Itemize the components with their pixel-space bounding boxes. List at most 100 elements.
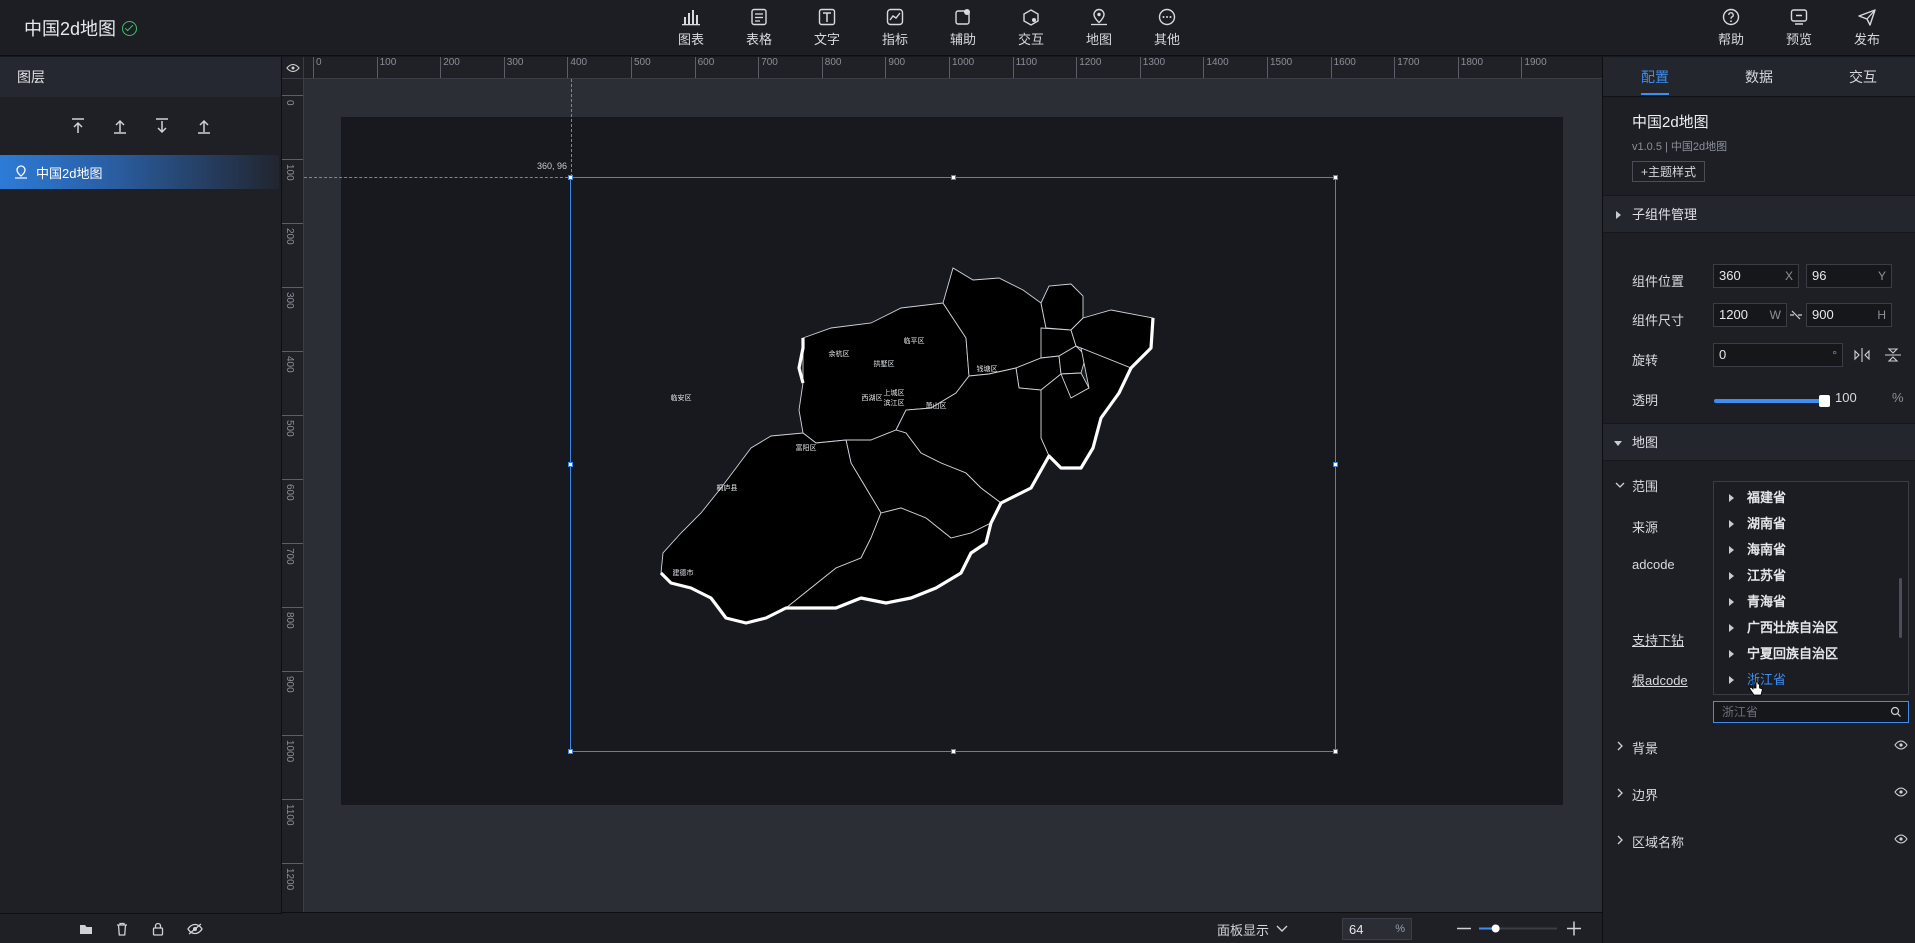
ruler-tick: 400 [567,57,587,78]
size-h-field[interactable]: 900 H [1806,303,1892,327]
eye-icon[interactable] [1894,832,1908,846]
resize-handle-ne[interactable] [1333,175,1338,180]
zoom-knob [1491,924,1500,933]
tab-interaction-label: 交互 [1849,69,1877,85]
ruler-tick: 600 [694,57,714,78]
position-x-field[interactable]: 360 X [1713,264,1799,288]
province-dropdown[interactable]: 福建省 湖南省 海南省 江苏省 青海省 广西壮族自治区 宁夏回族自治区 浙江省 [1713,481,1909,696]
dropdown-item-label: 福建省 [1747,490,1787,505]
more-icon [1158,8,1176,26]
tool-aux[interactable]: 辅助 [935,6,991,48]
tool-map[interactable]: 地图 [1071,6,1127,48]
eye-icon[interactable] [1894,738,1908,752]
flip-horizontal-icon[interactable] [1853,347,1871,363]
opacity-value[interactable]: 100 [1835,390,1857,405]
dropdown-item[interactable]: 青海省 [1714,589,1894,615]
ruler-tick: 200 [440,57,460,78]
publish-button[interactable]: 发布 [1839,6,1895,48]
theme-style-button[interactable]: +主题样式 [1632,161,1706,182]
dropdown-scrollbar[interactable] [1899,578,1902,638]
help-button[interactable]: 帮助 [1703,6,1759,48]
move-bottom-icon[interactable] [152,116,172,136]
pointer-cursor-icon [1748,679,1763,696]
tool-chart[interactable]: 图表 [663,6,719,48]
delete-icon[interactable] [115,922,129,936]
tab-interaction[interactable]: 交互 [1811,57,1915,96]
preview-button[interactable]: 预览 [1771,6,1827,48]
tab-data[interactable]: 数据 [1707,57,1811,96]
hide-icon[interactable] [187,922,203,936]
dropdown-item[interactable]: 海南省 [1714,537,1894,563]
resize-handle-sw[interactable] [568,749,573,754]
ruler-tick: 1400 [1203,57,1229,78]
ruler-tick: 1000 [949,57,974,78]
tool-table[interactable]: 表格 [731,6,787,48]
ruler-tick: 800 [282,607,303,629]
aux-icon [955,9,970,25]
flip-vertical-icon[interactable] [1884,347,1902,363]
district-label: 临平区 [904,336,925,345]
zoom-slider[interactable] [1457,913,1581,943]
lock-icon[interactable] [151,922,165,936]
ruler-toggle[interactable] [282,57,304,79]
layer-item[interactable]: 中国2d地图 [0,155,279,189]
search-placeholder: 浙江省 [1722,705,1759,719]
map-region-linping [1040,283,1084,331]
ruler-tick: 200 [282,223,303,245]
chevron-right-icon [1617,835,1623,845]
chevron-down-icon [1276,925,1288,932]
opacity-knob[interactable] [1819,395,1830,407]
resize-handle-se[interactable] [1333,749,1338,754]
tool-text-label: 文字 [813,32,840,47]
tool-indicator[interactable]: 指标 [867,6,923,48]
resize-handle-s[interactable] [951,749,956,754]
dropdown-item-selected[interactable]: 浙江省 [1714,667,1894,693]
district-label: 钱塘区 [977,364,998,373]
resize-handle-n[interactable] [951,175,956,180]
ruler-tick: 1200 [282,863,303,890]
tab-config-label: 配置 [1641,69,1669,95]
ruler-tick: 1300 [1139,57,1165,78]
panel-display-toggle[interactable]: 面板显示 [1217,919,1322,939]
dropdown-item[interactable]: 福建省 [1714,485,1894,511]
opacity-slider[interactable] [1714,399,1822,403]
chevron-down-icon[interactable] [1615,480,1625,490]
folder-icon[interactable] [79,922,93,936]
move-up-icon[interactable] [110,116,130,136]
tool-interact[interactable]: 交互 [1003,6,1059,48]
tool-text[interactable]: 文字 [799,6,855,48]
position-y-field[interactable]: 96 Y [1806,264,1892,288]
resize-handle-e[interactable] [1333,462,1338,467]
dropdown-item[interactable]: 湖南省 [1714,511,1894,537]
section-sub-components[interactable]: 子组件管理 [1603,195,1915,233]
eye-icon[interactable] [1894,785,1908,799]
dropdown-item[interactable]: 宁夏回族自治区 [1714,641,1894,667]
ruler-tick: 600 [282,479,303,501]
zoom-input[interactable]: 64 % [1342,918,1412,940]
section-map[interactable]: 地图 [1603,423,1915,461]
section-border[interactable]: 边界 [1603,774,1915,812]
district-label: 西湖区 [862,393,883,402]
province-search-input[interactable]: 浙江省 [1713,701,1909,723]
section-background[interactable]: 背景 [1603,727,1915,765]
dropdown-item[interactable]: 江苏省 [1714,563,1894,589]
size-w-field[interactable]: 1200 W [1713,303,1787,327]
unlink-icon[interactable] [1789,309,1803,321]
move-down-icon[interactable] [194,116,214,136]
resize-handle-nw[interactable] [568,175,573,180]
tool-other[interactable]: 其他 [1139,6,1195,48]
rotate-unit: ° [1832,348,1837,362]
move-top-icon[interactable] [68,116,88,136]
dropdown-item[interactable]: 广西壮族自治区 [1714,615,1894,641]
map-component[interactable]: 临平区余杭区拱墅区钱塘区临安区西湖区上城区滨江区萧山区富阳区桐庐县淳安县建德市 [568,175,1338,754]
ruler-tick: 800 [821,57,841,78]
rotate-field[interactable]: 0 ° [1713,343,1843,367]
tab-data-label: 数据 [1745,69,1773,85]
resize-handle-w[interactable] [568,462,573,467]
tab-config[interactable]: 配置 [1603,57,1707,96]
chevron-right-icon [1617,741,1623,751]
dropdown-item-label: 广西壮族自治区 [1747,620,1839,635]
section-area-name[interactable]: 区域名称 [1603,821,1915,859]
horizontal-ruler: 0 100 200 300 400 500 600 700 800 900 1000 1100 1200… [304,57,1602,79]
tool-table-label: 表格 [745,32,772,47]
